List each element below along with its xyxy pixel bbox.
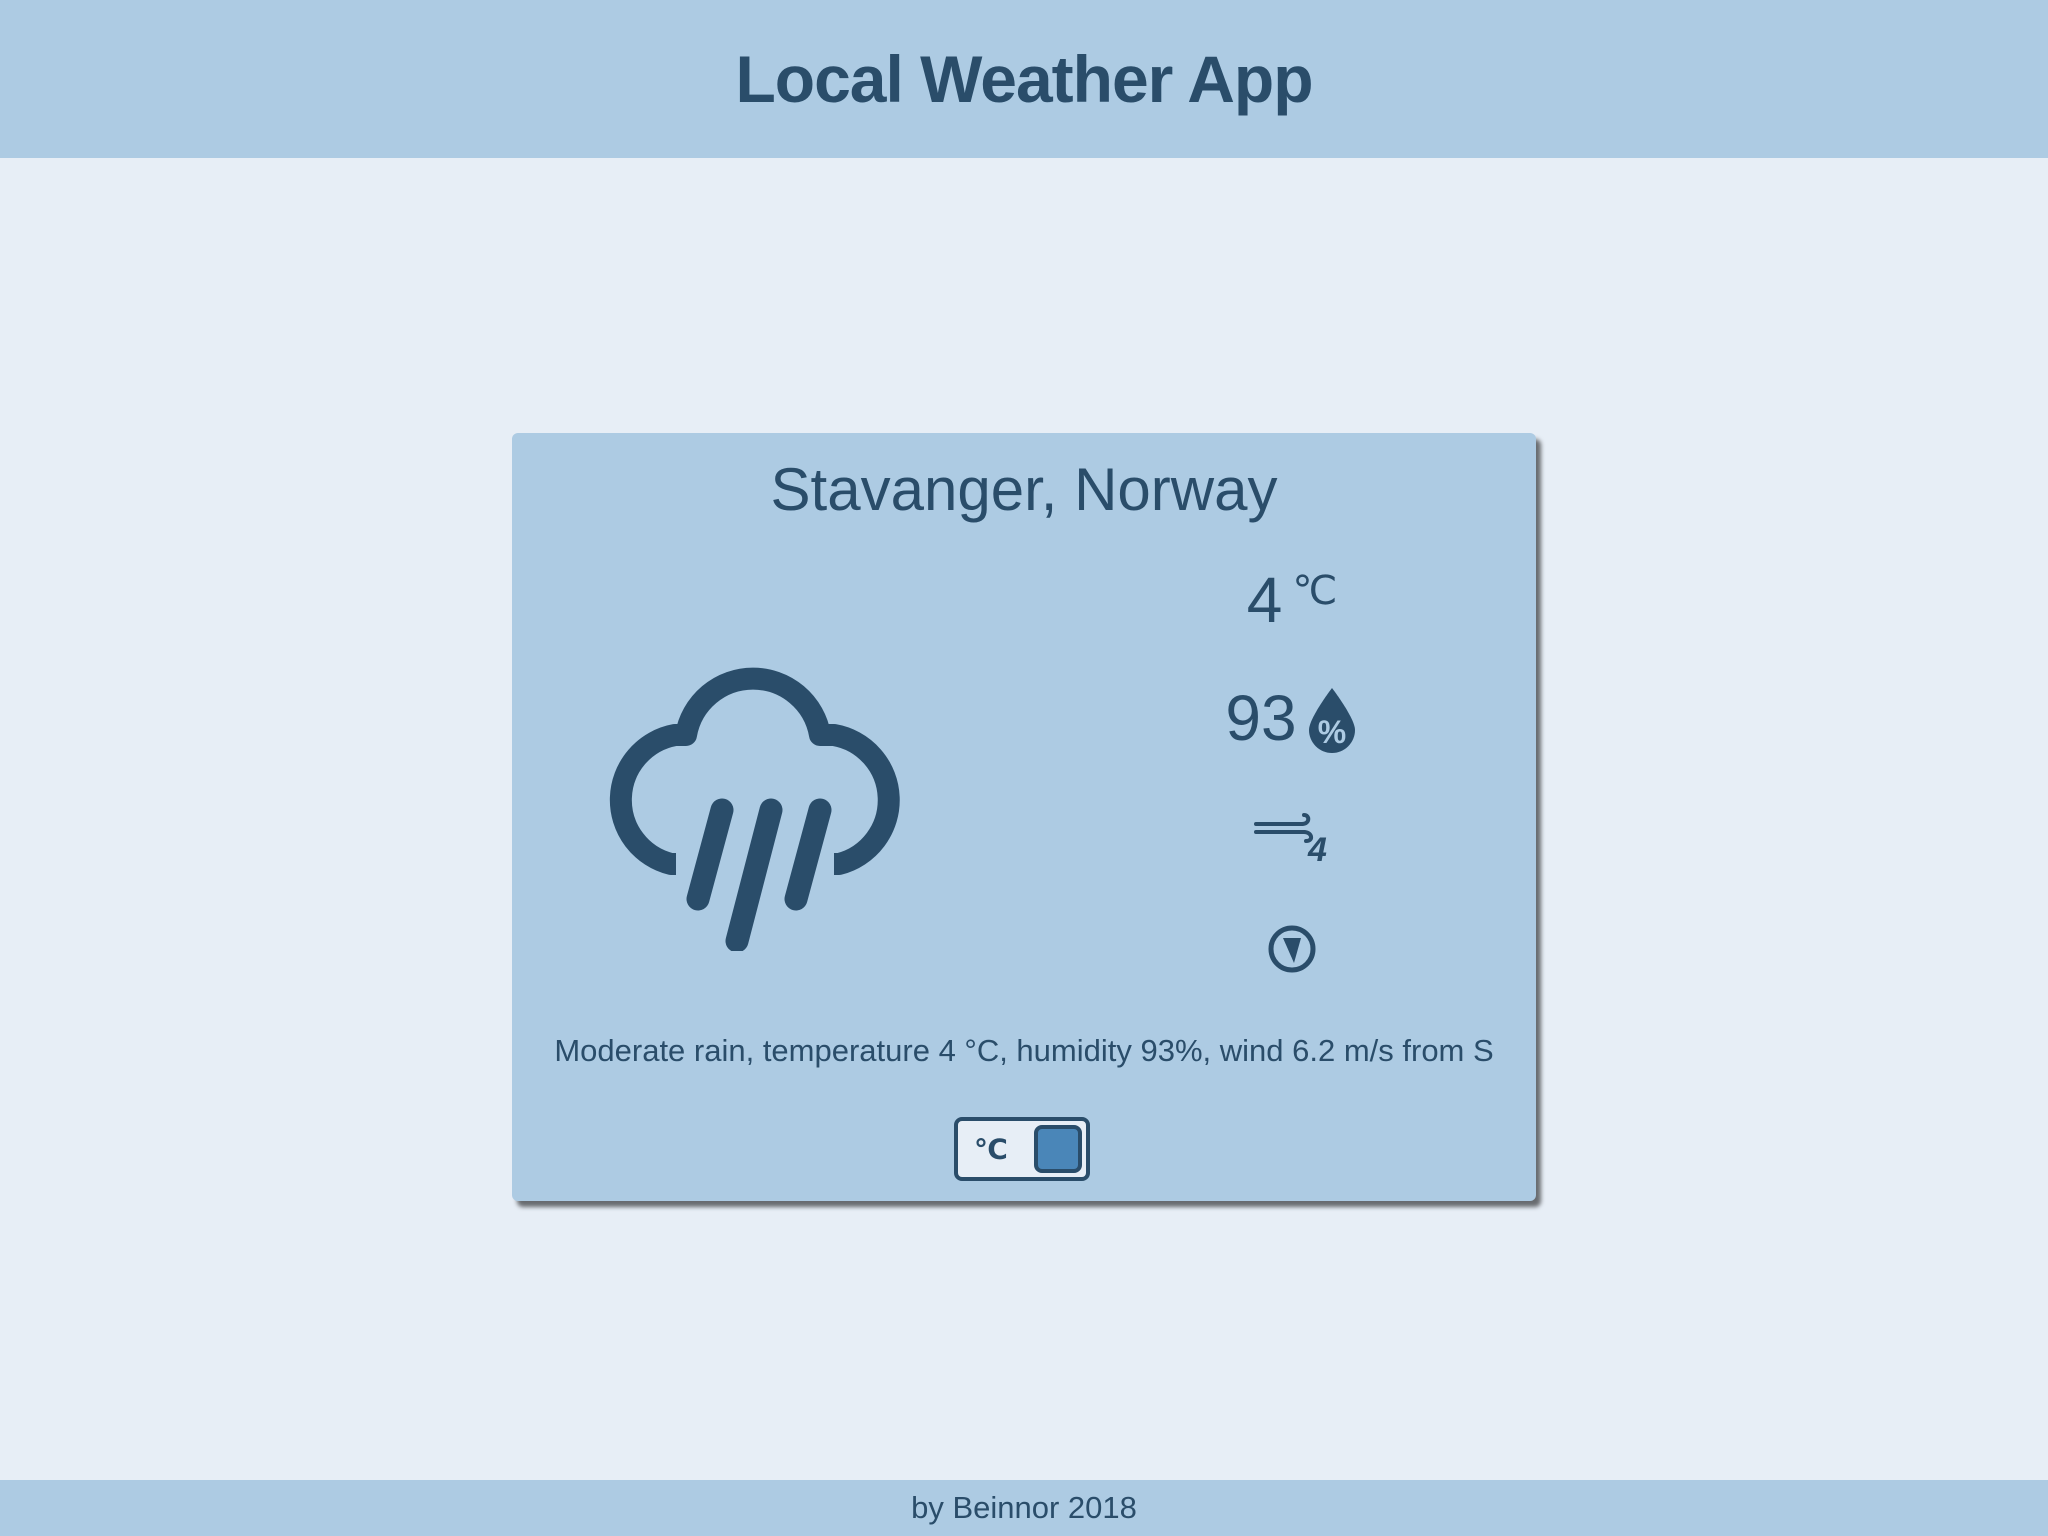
temperature-readout: 4 ℃	[1142, 563, 1442, 637]
unit-toggle[interactable]: ℃	[954, 1117, 1090, 1181]
direction-readout	[1142, 923, 1442, 980]
unit-toggle-label: ℃	[974, 1134, 1008, 1165]
wind-force-value: 4	[1307, 831, 1327, 867]
weather-card: Stavanger, Norway 4 ℃ 93 % 4 Moderate ra…	[512, 433, 1536, 1201]
svg-text:%: %	[1317, 714, 1345, 750]
location-label: Stavanger, Norway	[770, 456, 1278, 523]
wind-direction-icon	[1268, 925, 1316, 973]
wind-force-icon: 4	[1254, 813, 1327, 869]
footer-credit: by Beinnor 2018	[911, 1490, 1137, 1525]
humidity-value: 93	[1225, 682, 1297, 754]
weather-summary: Moderate rain, temperature 4 °C, humidit…	[554, 1033, 1494, 1068]
footer: by Beinnor 2018	[0, 1480, 2048, 1536]
temperature-value: 4	[1246, 564, 1283, 636]
temperature-unit: ℃	[1292, 569, 1338, 613]
humidity-readout: 93 %	[1142, 681, 1442, 755]
unit-toggle-knob[interactable]	[1034, 1125, 1082, 1173]
rain-cloud-icon	[609, 667, 900, 951]
app-title: Local Weather App	[735, 42, 1313, 116]
wind-readout: 4	[1142, 809, 1442, 872]
humidity-drop-icon: %	[1308, 688, 1355, 753]
app-header: Local Weather App	[0, 0, 2048, 158]
